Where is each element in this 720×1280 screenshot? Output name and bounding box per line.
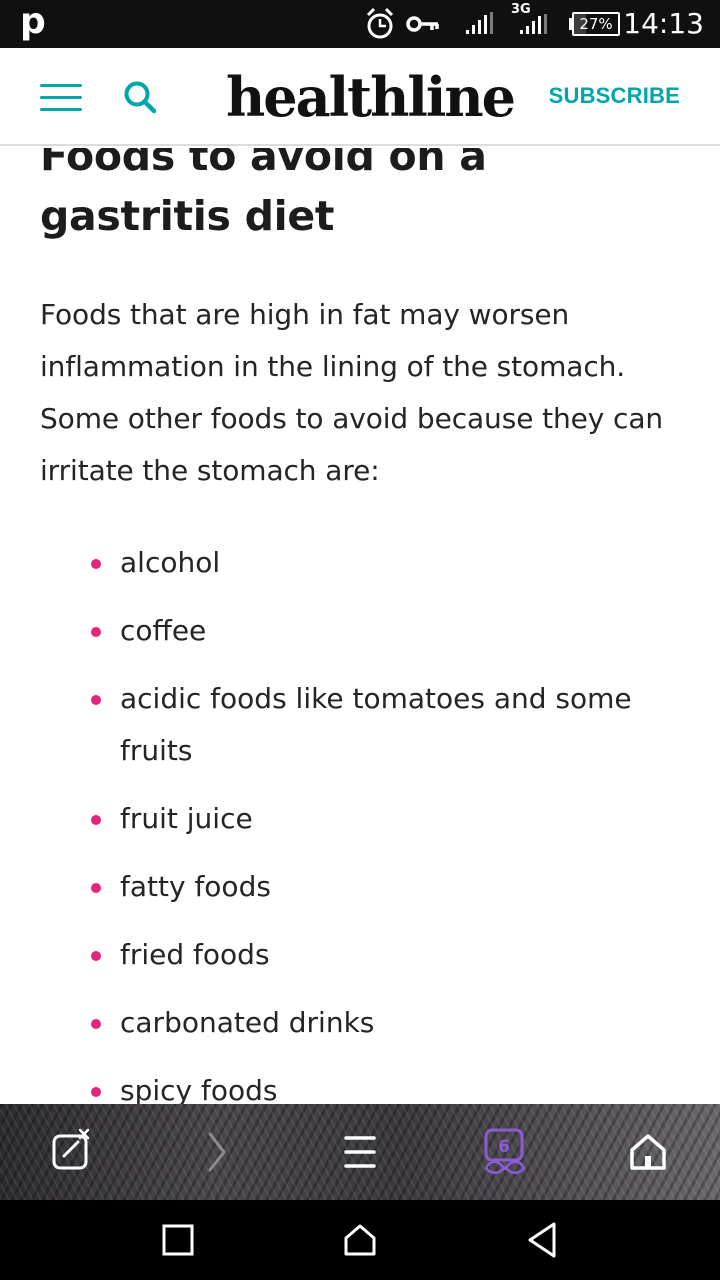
battery-icon: 27%	[572, 12, 620, 36]
bullet-dot	[91, 1019, 101, 1029]
list-item-text: acidic foods like tomatoes and some frui…	[120, 682, 632, 767]
bullet-dot	[91, 951, 101, 961]
bullet-dot	[91, 627, 101, 637]
home-icon[interactable]	[622, 1126, 674, 1178]
bullet-dot	[91, 695, 101, 705]
incognito-tabs-button[interactable]: 6	[478, 1126, 530, 1178]
list-item: coffee	[0, 605, 720, 657]
list-item-text: fruit juice	[120, 802, 253, 835]
site-header: healthline SUBSCRIBE	[0, 48, 720, 146]
intro-paragraph: Foods that are high in fat may worsen in…	[40, 298, 664, 487]
app-notification-icon: p	[20, 1, 46, 42]
list-item-text: coffee	[120, 614, 207, 647]
status-bar: p 3G 27% 14:13	[0, 0, 720, 48]
article-content: Foods to avoid on a gastritis diet Foods…	[0, 148, 720, 1104]
signal-3g-icon	[520, 14, 547, 34]
list-item: carbonated drinks	[0, 997, 720, 1049]
bullet-dot	[91, 883, 101, 893]
hamburger-menu-icon-line	[40, 108, 82, 111]
key-icon	[406, 16, 439, 32]
browser-toolbar: 6	[0, 1104, 720, 1200]
list-item-text: carbonated drinks	[120, 1006, 375, 1039]
section-heading: Foods to avoid on a gastritis diet	[40, 148, 487, 240]
foods-to-avoid-list: alcohol coffee acidic foods like tomatoe…	[0, 537, 720, 1104]
back-triangle-icon[interactable]	[520, 1218, 564, 1262]
forward-arrow-icon[interactable]	[190, 1126, 242, 1178]
signal-icon	[466, 12, 493, 34]
list-item: alcohol	[0, 537, 720, 589]
clock: 14:13	[623, 7, 704, 40]
list-item: spicy foods	[0, 1065, 720, 1104]
hamburger-menu-button[interactable]	[40, 84, 82, 114]
close-tab-icon[interactable]	[48, 1126, 100, 1178]
system-navigation-bar	[0, 1200, 720, 1280]
recents-square-icon[interactable]	[156, 1218, 200, 1262]
list-item: acidic foods like tomatoes and some frui…	[0, 673, 720, 777]
menu-icon[interactable]	[334, 1126, 386, 1178]
hamburger-menu-icon-line	[40, 96, 82, 99]
bullet-dot	[91, 815, 101, 825]
bullet-dot	[91, 559, 101, 569]
tab-count: 6	[498, 1137, 510, 1157]
home-outline-icon[interactable]	[338, 1218, 382, 1262]
hamburger-menu-icon	[40, 84, 82, 87]
list-item: fried foods	[0, 929, 720, 981]
subscribe-link[interactable]: SUBSCRIBE	[549, 81, 680, 111]
list-item: fatty foods	[0, 861, 720, 913]
list-item-text: fatty foods	[120, 870, 271, 903]
list-item-text: fried foods	[120, 938, 270, 971]
healthline-logo[interactable]: healthline	[226, 62, 516, 132]
bullet-dot	[91, 1087, 101, 1097]
alarm-clock-icon	[366, 7, 394, 39]
list-item-text: alcohol	[120, 546, 221, 579]
list-item: fruit juice	[0, 793, 720, 845]
search-icon[interactable]	[122, 79, 158, 115]
list-item-text: spicy foods	[120, 1074, 278, 1104]
battery-percent: 27%	[579, 15, 613, 33]
